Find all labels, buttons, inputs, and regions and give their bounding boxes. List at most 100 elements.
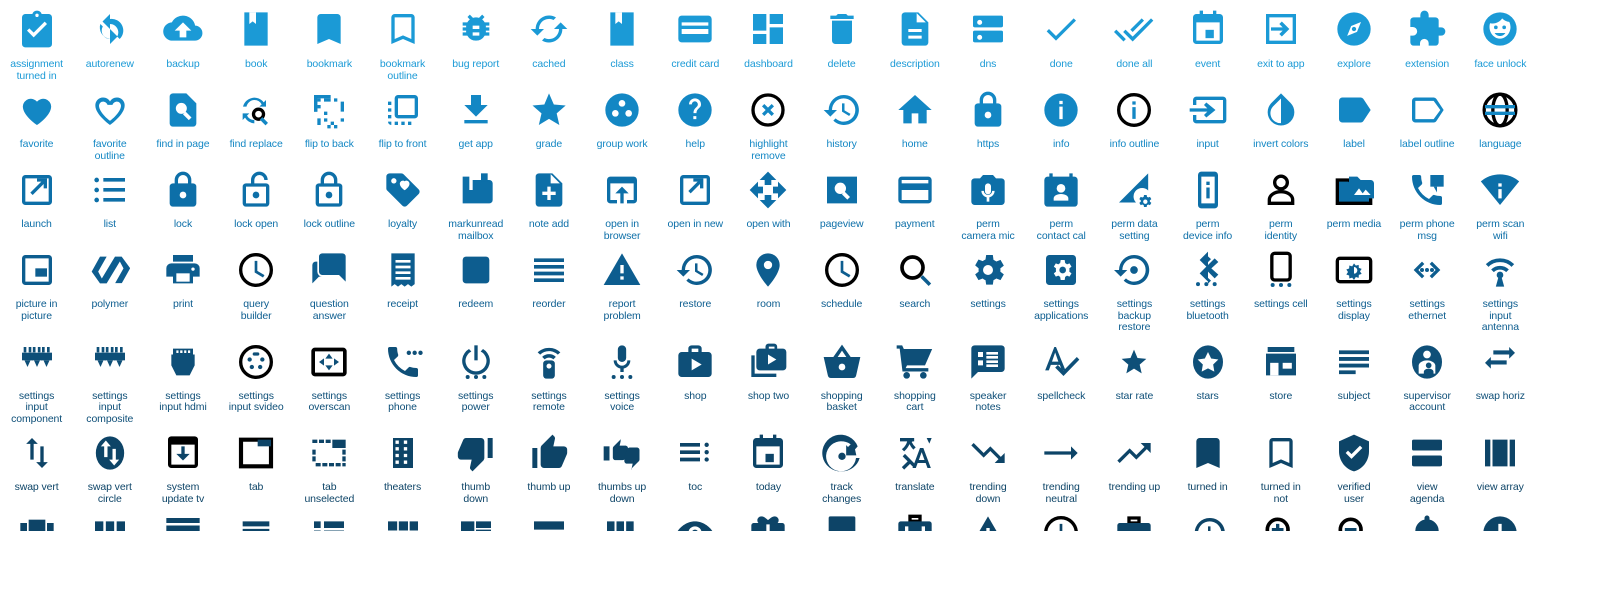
icon-cell-perm-device-info[interactable]: perm device info (1171, 162, 1244, 242)
icon-cell-settings-input-component[interactable]: settings input component (0, 334, 73, 426)
icon-cell-language[interactable]: language (1464, 82, 1537, 151)
icon-cell-perm-identity[interactable]: perm identity (1244, 162, 1317, 242)
icon-cell-label[interactable]: label (1317, 82, 1390, 151)
icon-cell-home[interactable]: home (878, 82, 951, 151)
icon-cell-explore[interactable]: explore (1317, 0, 1390, 71)
icon-cell-supervisor-account[interactable]: supervisor account (1391, 334, 1464, 414)
icon-cell-star-rate[interactable]: star rate (1098, 334, 1171, 403)
icon-cell-perm-contact-cal[interactable]: perm contact cal (1025, 162, 1098, 242)
icon-cell-shopping-cart[interactable]: shopping cart (878, 334, 951, 414)
icon-cell-settings-bluetooth[interactable]: settings bluetooth (1171, 242, 1244, 322)
icon-cell-flip-to-back[interactable]: flip to back (293, 82, 366, 151)
icon-cell-perm-data-setting[interactable]: perm data setting (1098, 162, 1171, 242)
icon-cell-swap-vert[interactable]: swap vert (0, 425, 73, 494)
icon-cell-payment[interactable]: payment (878, 162, 951, 231)
icon-cell-view-week[interactable] (586, 505, 659, 531)
icon-cell-open-in-new[interactable]: open in new (659, 162, 732, 231)
icon-cell-perm-camera-mic[interactable]: perm camera mic (951, 162, 1024, 242)
icon-cell-print[interactable]: print (146, 242, 219, 311)
icon-cell-view-day[interactable] (146, 505, 219, 531)
icon-cell-room[interactable]: room (732, 242, 805, 311)
icon-cell-view-headline[interactable] (220, 505, 293, 531)
icon-cell-credit-card[interactable]: credit card (659, 0, 732, 71)
icon-cell-loyalty[interactable]: loyalty (366, 162, 439, 231)
icon-cell-error[interactable] (1464, 505, 1537, 531)
icon-cell-shop-two[interactable]: shop two (732, 334, 805, 403)
icon-cell-wallet-travel[interactable] (878, 505, 951, 531)
icon-cell-settings[interactable]: settings (951, 242, 1024, 311)
icon-cell-view-agenda[interactable]: view agenda (1391, 425, 1464, 505)
icon-cell-backup[interactable]: backup (146, 0, 219, 71)
icon-cell-assignment-turned-in[interactable]: assignment turned in (0, 0, 73, 82)
icon-cell-schedule[interactable]: schedule (805, 242, 878, 311)
icon-cell-track-changes[interactable]: track changes (805, 425, 878, 505)
icon-cell-translate[interactable]: translate (878, 425, 951, 494)
icon-cell-query-builder[interactable]: query builder (220, 242, 293, 322)
icon-cell-wallet-membership[interactable] (805, 505, 878, 531)
icon-cell-pageview[interactable]: pageview (805, 162, 878, 231)
icon-cell-help[interactable]: help (659, 82, 732, 151)
icon-cell-toc[interactable]: toc (659, 425, 732, 494)
icon-cell-settings-power[interactable]: settings power (439, 334, 512, 414)
icon-cell-visibility[interactable] (659, 505, 732, 531)
icon-cell-invert-colors[interactable]: invert colors (1244, 82, 1317, 151)
icon-cell-settings-input-composite[interactable]: settings input composite (73, 334, 146, 426)
icon-cell-lock-open[interactable]: lock open (220, 162, 293, 231)
icon-cell-favorite[interactable]: favorite (0, 82, 73, 151)
icon-cell-favorite-outline[interactable]: favorite outline (73, 82, 146, 162)
icon-cell-class[interactable]: class (586, 0, 659, 71)
icon-cell-settings-input-antenna[interactable]: settings input antenna (1464, 242, 1537, 334)
icon-cell-view-module[interactable] (366, 505, 439, 531)
icon-cell-markunread-mailbox[interactable]: markunread mailbox (439, 162, 512, 242)
icon-cell-search[interactable]: search (878, 242, 951, 311)
icon-cell-perm-phone-msg[interactable]: perm phone msg (1391, 162, 1464, 242)
icon-cell-bug-report[interactable]: bug report (439, 0, 512, 71)
icon-cell-find-in-page[interactable]: find in page (146, 82, 219, 151)
icon-cell-shopping-basket[interactable]: shopping basket (805, 334, 878, 414)
icon-cell-settings-phone[interactable]: settings phone (366, 334, 439, 414)
icon-cell-zoom-out[interactable] (1317, 505, 1390, 531)
icon-cell-stars[interactable]: stars (1171, 334, 1244, 403)
icon-cell-redeem[interactable]: redeem (439, 242, 512, 311)
icon-cell-info-outline[interactable]: info outline (1098, 82, 1171, 151)
icon-cell-turned-in[interactable]: turned in (1171, 425, 1244, 494)
icon-cell-reorder[interactable]: reorder (512, 242, 585, 311)
icon-cell-launch[interactable]: launch (0, 162, 73, 231)
icon-cell-warning[interactable] (951, 505, 1024, 531)
icon-cell-get-app[interactable]: get app (439, 82, 512, 151)
icon-cell-subject[interactable]: subject (1317, 334, 1390, 403)
icon-cell-group-work[interactable]: group work (586, 82, 659, 151)
icon-cell-thumb-down[interactable]: thumb down (439, 425, 512, 505)
icon-cell-find-replace[interactable]: find replace (220, 82, 293, 151)
icon-cell-view-list[interactable] (293, 505, 366, 531)
icon-cell-add-alert[interactable] (1391, 505, 1464, 531)
icon-cell-restore[interactable]: restore (659, 242, 732, 311)
icon-cell-swap-horiz[interactable]: swap horiz (1464, 334, 1537, 403)
icon-cell-open-with[interactable]: open with (732, 162, 805, 231)
icon-cell-work[interactable] (1098, 505, 1171, 531)
icon-cell-event[interactable]: event (1171, 0, 1244, 71)
icon-cell-trending-up[interactable]: trending up (1098, 425, 1171, 494)
icon-cell-description[interactable]: description (878, 0, 951, 71)
icon-cell-verified-user[interactable]: verified user (1317, 425, 1390, 505)
icon-cell-highlight-remove[interactable]: highlight remove (732, 82, 805, 162)
icon-cell-view-column[interactable] (73, 505, 146, 531)
icon-cell-book[interactable]: book (220, 0, 293, 71)
icon-cell-view-quilt[interactable] (439, 505, 512, 531)
icon-cell-polymer[interactable]: polymer (73, 242, 146, 311)
icon-cell-shop[interactable]: shop (659, 334, 732, 403)
icon-cell-extension[interactable]: extension (1391, 0, 1464, 71)
icon-cell-lock-outline[interactable]: lock outline (293, 162, 366, 231)
icon-cell-open-in-browser[interactable]: open in browser (586, 162, 659, 242)
icon-cell-dns[interactable]: dns (951, 0, 1024, 71)
icon-cell-done-all[interactable]: done all (1098, 0, 1171, 71)
icon-cell-turned-in-not[interactable]: turned in not (1244, 425, 1317, 505)
icon-cell-system-update-tv[interactable]: system update tv (146, 425, 219, 505)
icon-cell-report-problem[interactable]: report problem (586, 242, 659, 322)
icon-cell-settings-remote[interactable]: settings remote (512, 334, 585, 414)
icon-cell-perm-media[interactable]: perm media (1317, 162, 1390, 231)
icon-cell-cached[interactable]: cached (512, 0, 585, 71)
icon-cell-trending-neutral[interactable]: trending neutral (1025, 425, 1098, 505)
icon-cell-watch-later[interactable] (1025, 505, 1098, 531)
icon-cell-receipt[interactable]: receipt (366, 242, 439, 311)
